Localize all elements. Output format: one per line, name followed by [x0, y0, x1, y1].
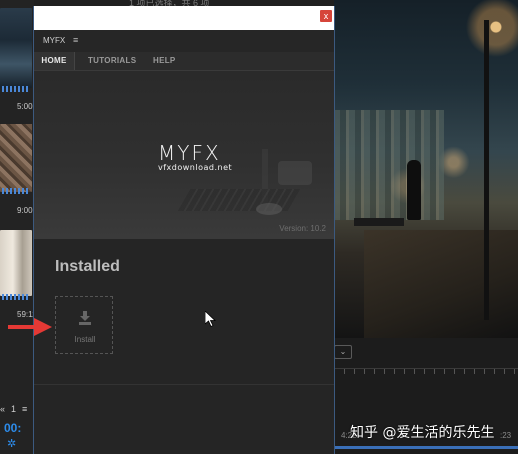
viewer-scene [334, 110, 444, 220]
project-bin: 5:00 9:00 59:11 « 1 ≡ 00: ✲ [0, 0, 36, 454]
tab-tutorials[interactable]: TUTORIALS [88, 52, 136, 70]
hero-decoration [256, 203, 282, 215]
timeline-control[interactable]: 1 [11, 404, 16, 414]
timeline-ruler[interactable] [334, 368, 518, 383]
panel-header: MYFX ≡ [34, 30, 334, 52]
timeline-control[interactable]: « [0, 404, 5, 414]
program-monitor [334, 0, 518, 338]
clip-duration: 5:00 [17, 102, 33, 111]
window-titlebar[interactable]: x [34, 6, 334, 30]
clip-audio-bar [2, 86, 28, 92]
tab-help[interactable]: HELP [153, 52, 176, 70]
timecode[interactable]: 00: [4, 421, 21, 435]
tab-home[interactable]: HOME [34, 52, 75, 70]
snap-icon[interactable]: ✲ [7, 437, 19, 450]
viewer-scene [407, 160, 421, 220]
version-label: Version: 10.2 [279, 224, 326, 233]
arrow-icon [8, 318, 52, 336]
clip-thumbnail[interactable] [0, 230, 32, 296]
clip-audio-bar [2, 188, 28, 194]
clip-duration: 9:00 [17, 206, 33, 215]
clip-thumbnail[interactable] [0, 8, 32, 88]
chevron-down-icon[interactable]: ⌄ [334, 345, 352, 359]
hero-title: MYFX [158, 141, 221, 165]
clip-thumbnail[interactable] [0, 124, 32, 192]
timeline-timestamp: :23 [500, 431, 512, 440]
hero-decoration [278, 161, 312, 185]
download-icon [79, 311, 91, 325]
panel-name: MYFX [43, 36, 66, 45]
section-title: Installed [55, 258, 120, 275]
timeline-menu-icon[interactable]: ≡ [22, 404, 27, 414]
menu-icon[interactable]: ≡ [73, 35, 78, 45]
watermark: 知乎 @爱生活的乐先生 [350, 425, 495, 441]
viewer-scene [484, 20, 489, 320]
hero-subtitle: vfxdownload.net [158, 163, 233, 172]
clip-audio-bar [2, 294, 28, 300]
install-label: Install [74, 335, 96, 344]
viewer-scene [354, 218, 404, 226]
hero-banner: MYFX vfxdownload.net Version: 10.2 [34, 71, 334, 239]
viewer-scene [364, 230, 518, 338]
install-button[interactable]: Install [55, 296, 113, 354]
timeline-track[interactable] [330, 446, 518, 449]
cursor-icon [205, 311, 217, 327]
myfx-panel: x MYFX ≡ HOME TUTORIALS HELP MYFX vfxdow… [33, 6, 335, 454]
close-icon[interactable]: x [320, 10, 332, 22]
divider [34, 384, 334, 385]
tab-bar: HOME TUTORIALS HELP [34, 52, 334, 71]
